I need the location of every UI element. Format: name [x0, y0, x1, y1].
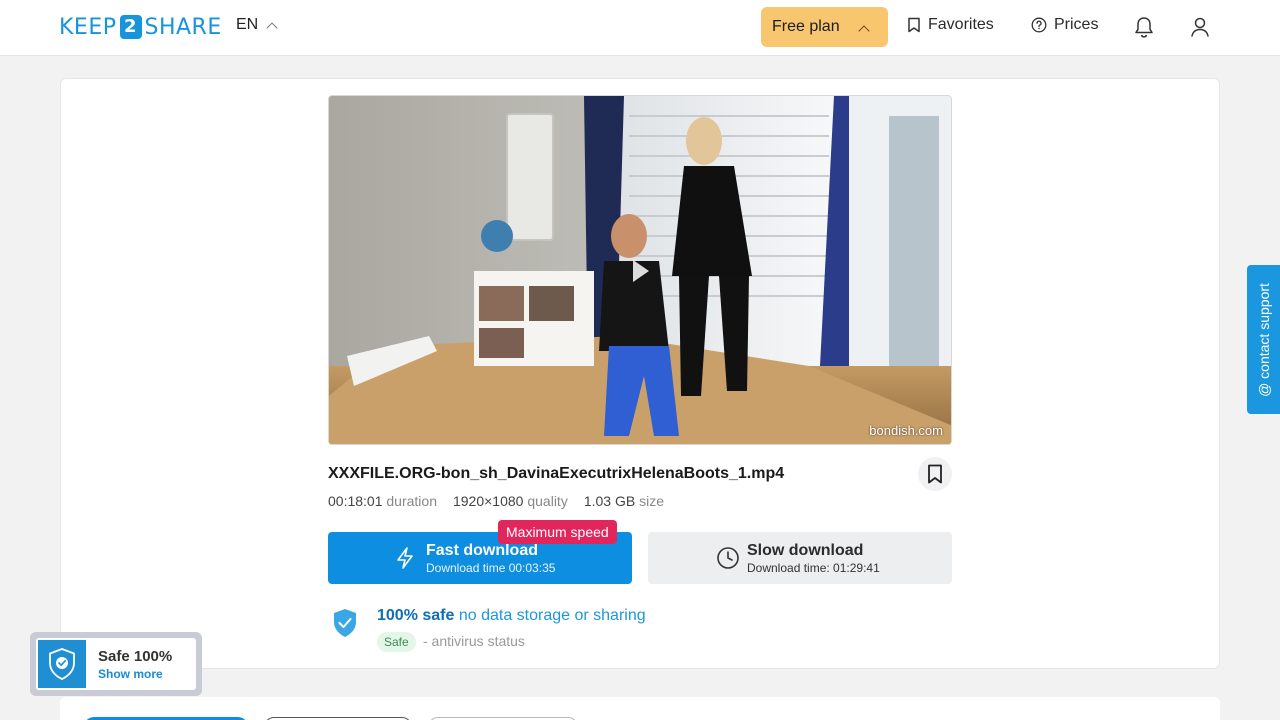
safety-bold-text: 100% safe	[377, 607, 455, 624]
logo-text-share: SHARE	[144, 14, 222, 40]
safety-statement: 100% safe no data storage or sharing	[377, 607, 646, 625]
top-header: KEEP 2 SHARE EN Free plan Favorites Prices	[0, 0, 1280, 56]
contact-support-label: @ contact support	[1255, 282, 1272, 397]
video-preview[interactable]: bondish.com	[328, 95, 952, 445]
fast-download-time: Download time 00:03:35	[426, 561, 556, 575]
duration-info: 00:18:01 duration	[328, 493, 437, 509]
safe-widget-panel: Safe 100% Show more	[36, 638, 196, 690]
antivirus-status-text: - antivirus status	[423, 633, 525, 649]
antivirus-status-badge: Safe	[377, 632, 416, 652]
logo-number: 2	[119, 15, 142, 39]
user-icon[interactable]	[1189, 15, 1211, 39]
size-label: size	[639, 493, 664, 509]
quality-value: 1920×1080	[452, 493, 524, 509]
size-value: 1.03 GB	[583, 493, 636, 509]
fast-download-title: Fast download	[426, 542, 538, 559]
show-more-link[interactable]: Show more	[98, 667, 163, 681]
video-watermark: bondish.com	[869, 423, 943, 438]
file-metadata: 00:18:01 duration 1920×1080 quality 1.03…	[328, 493, 664, 509]
favorites-link[interactable]: Favorites	[907, 16, 994, 34]
file-name: XXXFILE.ORG-bon_sh_DavinaExecutrixHelena…	[328, 465, 785, 482]
clock-icon	[717, 547, 739, 569]
safe-widget[interactable]: Safe 100% Show more	[30, 632, 202, 696]
bookmark-icon	[928, 464, 942, 484]
prices-label: Prices	[1054, 16, 1099, 33]
slow-download-title: Slow download	[747, 542, 864, 559]
site-logo[interactable]: KEEP 2 SHARE	[59, 14, 222, 40]
help-circle-icon	[1031, 17, 1047, 33]
safe-widget-shield	[38, 640, 86, 688]
add-to-favorites-button[interactable]	[918, 457, 952, 491]
shield-check-icon	[49, 648, 75, 680]
chevron-up-icon	[858, 25, 870, 37]
bookmark-icon	[908, 17, 920, 33]
slow-download-time: Download time: 01:29:41	[747, 561, 880, 575]
favorites-label: Favorites	[928, 16, 994, 33]
video-thumbnail	[329, 96, 951, 444]
duration-value: 00:18:01	[328, 493, 383, 509]
size-info: 1.03 GB size	[584, 493, 664, 509]
bell-icon[interactable]	[1133, 15, 1155, 39]
quality-info: 1920×1080 quality	[453, 493, 568, 509]
max-speed-badge: Maximum speed	[498, 520, 617, 544]
language-selector[interactable]: EN	[236, 16, 278, 34]
chevron-up-icon	[266, 21, 278, 34]
lightning-icon	[397, 547, 413, 569]
safety-rest-text: no data storage or sharing	[458, 607, 646, 624]
slow-download-button[interactable]: Slow download Download time: 01:29:41	[648, 532, 952, 584]
contact-support-tab[interactable]: @ contact support	[1247, 265, 1280, 414]
quality-label: quality	[527, 493, 568, 509]
prices-link[interactable]: Prices	[1031, 16, 1098, 34]
language-label: EN	[236, 16, 259, 33]
duration-label: duration	[386, 493, 437, 509]
plan-dropdown-button[interactable]: Free plan	[761, 7, 888, 47]
lower-card	[60, 697, 1220, 720]
logo-text-keep: KEEP	[59, 14, 117, 40]
shield-check-icon	[334, 609, 356, 637]
plan-label: Free plan	[772, 18, 840, 35]
safe-widget-title: Safe 100%	[98, 648, 173, 665]
